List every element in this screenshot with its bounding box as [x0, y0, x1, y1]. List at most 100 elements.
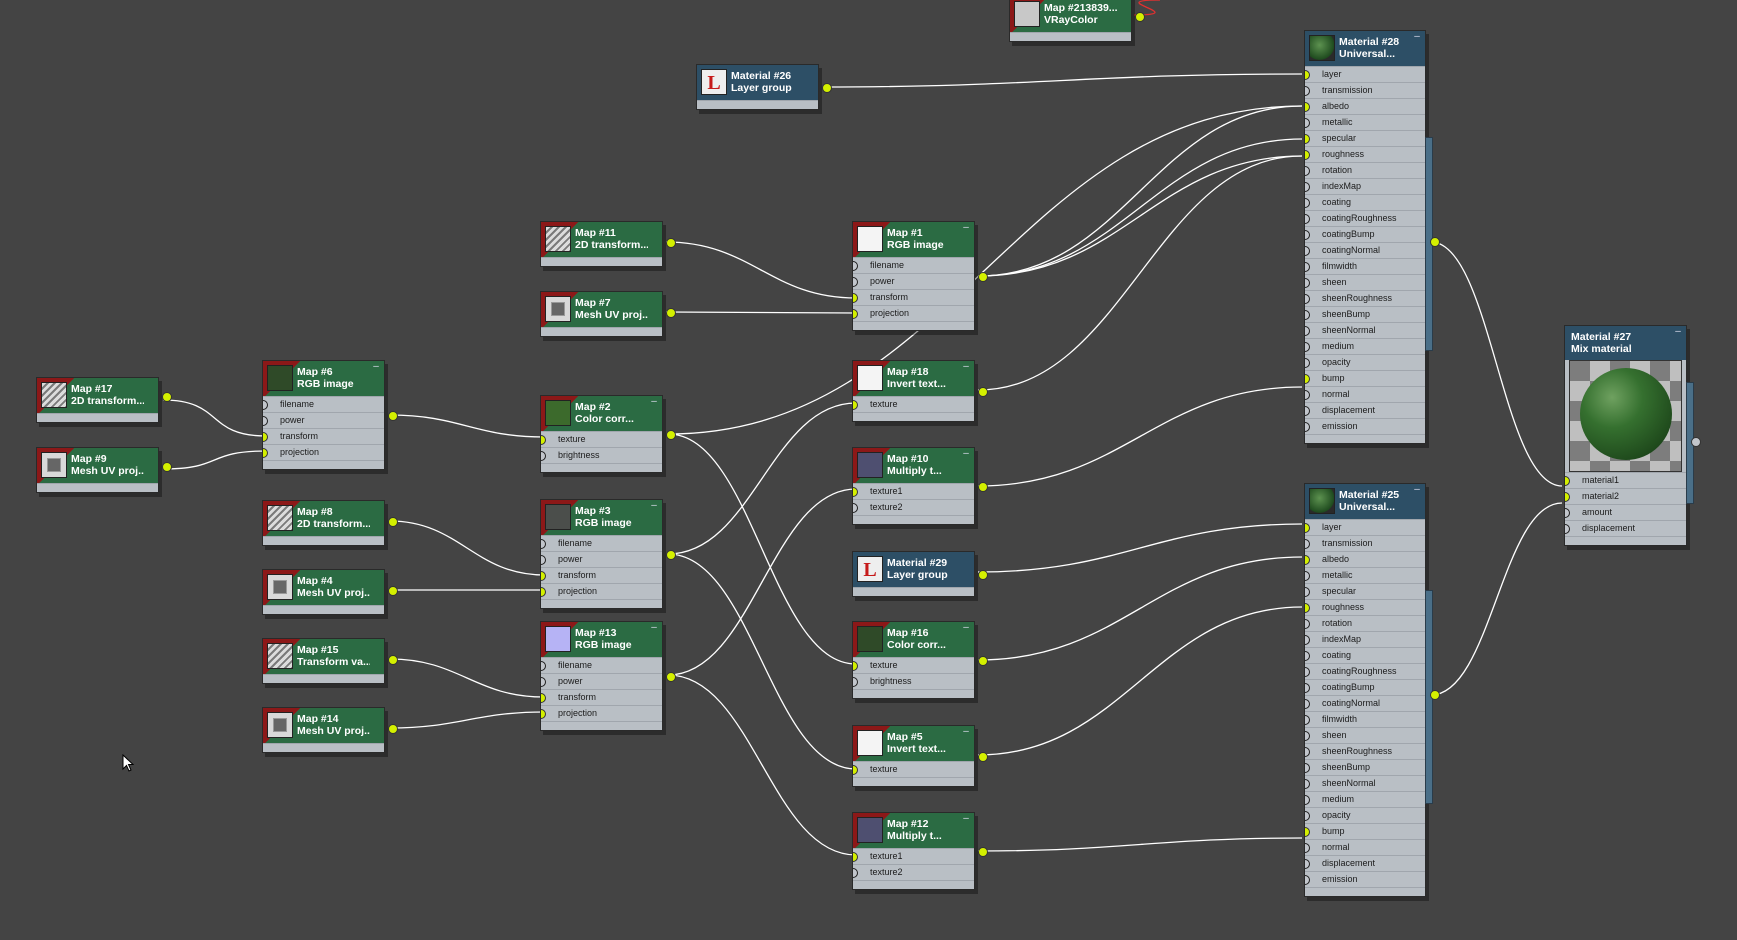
connection-wire[interactable]	[665, 311, 857, 314]
output-socket[interactable]	[666, 238, 676, 248]
node-map9[interactable]: Map #9 Mesh UV proj...	[36, 447, 172, 493]
node-map17[interactable]: Map #17 2D transform...	[36, 377, 172, 423]
node-map10[interactable]: Map #10 Multiply t... – texture1 texture2	[852, 447, 988, 525]
collapse-icon[interactable]: –	[372, 362, 380, 372]
port-power[interactable]: power	[263, 412, 384, 428]
output-socket[interactable]	[388, 586, 398, 596]
connection-wire[interactable]	[667, 105, 1303, 435]
connection-wire[interactable]	[977, 556, 1303, 661]
output-socket[interactable]	[978, 387, 988, 397]
output-socket[interactable]	[162, 392, 172, 402]
port-coatingRoughness[interactable]: coatingRoughness	[1305, 663, 1425, 679]
port-coatingBump[interactable]: coatingBump	[1305, 679, 1425, 695]
port-albedo[interactable]: albedo	[1305, 551, 1425, 567]
connection-wire[interactable]	[977, 155, 1303, 391]
port-projection[interactable]: projection	[853, 305, 974, 321]
output-socket[interactable]	[978, 656, 988, 666]
output-socket[interactable]	[978, 272, 988, 282]
connection-wire[interactable]	[667, 488, 857, 676]
output-socket[interactable]	[978, 570, 988, 580]
port-transform[interactable]: transform	[263, 428, 384, 444]
port-texture[interactable]: texture	[853, 396, 974, 412]
connection-wire[interactable]	[977, 386, 1303, 487]
port-transform[interactable]: transform	[541, 567, 662, 583]
port-rotation[interactable]: rotation	[1305, 615, 1425, 631]
node-mat25[interactable]: Material #25 Universal... – layer transmiss…	[1304, 483, 1440, 897]
port-roughness[interactable]: roughness	[1305, 599, 1425, 615]
node-map2[interactable]: Map #2 Color corr... – texture brightness	[540, 395, 676, 473]
node-map5[interactable]: Map #5 Invert text... – texture	[852, 725, 988, 787]
port-sheenRoughness[interactable]: sheenRoughness	[1305, 743, 1425, 759]
node-map4[interactable]: Map #4 Mesh UV proj...	[262, 569, 398, 615]
port-displacement[interactable]: displacement	[1565, 520, 1686, 536]
port-brightness[interactable]: brightness	[541, 447, 662, 463]
port-texture2[interactable]: texture2	[853, 864, 974, 880]
port-opacity[interactable]: opacity	[1305, 354, 1425, 370]
output-socket[interactable]	[388, 411, 398, 421]
output-socket[interactable]	[388, 517, 398, 527]
port-filename[interactable]: filename	[541, 535, 662, 551]
port-emission[interactable]: emission	[1305, 871, 1425, 887]
connection-wire[interactable]	[667, 433, 857, 665]
port-sheen[interactable]: sheen	[1305, 727, 1425, 743]
collapse-icon[interactable]: –	[962, 727, 970, 737]
port-filmwidth[interactable]: filmwidth	[1305, 711, 1425, 727]
output-socket[interactable]	[1430, 237, 1440, 247]
port-normal[interactable]: normal	[1305, 839, 1425, 855]
node-map7[interactable]: Map #7 Mesh UV proj...	[540, 291, 676, 337]
connection-wire[interactable]	[977, 138, 1303, 277]
port-filename[interactable]: filename	[541, 657, 662, 673]
port-coatingNormal[interactable]: coatingNormal	[1305, 242, 1425, 258]
port-amount[interactable]: amount	[1565, 504, 1686, 520]
connection-wire[interactable]	[667, 553, 857, 770]
node-map15[interactable]: Map #15 Transform va...	[262, 638, 398, 684]
connection-wire[interactable]	[822, 73, 1303, 88]
port-texture[interactable]: texture	[541, 431, 662, 447]
node-mat27[interactable]: Material #27 Mix material – material1 mate…	[1564, 325, 1701, 546]
output-socket[interactable]	[666, 308, 676, 318]
port-transmission[interactable]: transmission	[1305, 82, 1425, 98]
port-specular[interactable]: specular	[1305, 583, 1425, 599]
port-brightness[interactable]: brightness	[853, 673, 974, 689]
connection-wire[interactable]	[389, 414, 545, 438]
collapse-icon[interactable]: –	[962, 814, 970, 824]
node-map14[interactable]: Map #14 Mesh UV proj...	[262, 707, 398, 753]
output-socket[interactable]	[666, 430, 676, 440]
port-specular[interactable]: specular	[1305, 130, 1425, 146]
port-displacement[interactable]: displacement	[1305, 402, 1425, 418]
connection-wire[interactable]	[665, 241, 857, 299]
connection-wire[interactable]	[389, 711, 545, 729]
port-sheenBump[interactable]: sheenBump	[1305, 759, 1425, 775]
port-projection[interactable]: projection	[541, 705, 662, 721]
output-socket[interactable]	[1691, 437, 1701, 447]
port-transform[interactable]: transform	[541, 689, 662, 705]
port-power[interactable]: power	[853, 273, 974, 289]
port-normal[interactable]: normal	[1305, 386, 1425, 402]
output-socket[interactable]	[978, 482, 988, 492]
node-map1[interactable]: Map #1 RGB image – filename power transfor…	[852, 221, 988, 331]
port-roughness[interactable]: roughness	[1305, 146, 1425, 162]
collapse-icon[interactable]: –	[962, 362, 970, 372]
node-map11[interactable]: Map #11 2D transform...	[540, 221, 676, 267]
node-mat28[interactable]: Material #28 Universal... – layer transmiss…	[1304, 30, 1440, 444]
node-map18[interactable]: Map #18 Invert text... – texture	[852, 360, 988, 422]
output-socket[interactable]	[978, 847, 988, 857]
port-albedo[interactable]: albedo	[1305, 98, 1425, 114]
output-socket[interactable]	[388, 724, 398, 734]
port-medium[interactable]: medium	[1305, 791, 1425, 807]
collapse-icon[interactable]: –	[650, 501, 658, 511]
collapse-icon[interactable]: –	[1674, 327, 1682, 337]
port-indexMap[interactable]: indexMap	[1305, 631, 1425, 647]
output-socket[interactable]	[162, 462, 172, 472]
node-mat26[interactable]: L Material #26 Layer group	[696, 64, 832, 110]
port-texture1[interactable]: texture1	[853, 848, 974, 864]
port-metallic[interactable]: metallic	[1305, 114, 1425, 130]
port-sheenNormal[interactable]: sheenNormal	[1305, 322, 1425, 338]
collapse-icon[interactable]: –	[1413, 485, 1421, 495]
port-metallic[interactable]: metallic	[1305, 567, 1425, 583]
port-coatingNormal[interactable]: coatingNormal	[1305, 695, 1425, 711]
port-emission[interactable]: emission	[1305, 418, 1425, 434]
node-map3[interactable]: Map #3 RGB image – filename power transfor…	[540, 499, 676, 609]
output-socket[interactable]	[1430, 690, 1440, 700]
port-sheenRoughness[interactable]: sheenRoughness	[1305, 290, 1425, 306]
